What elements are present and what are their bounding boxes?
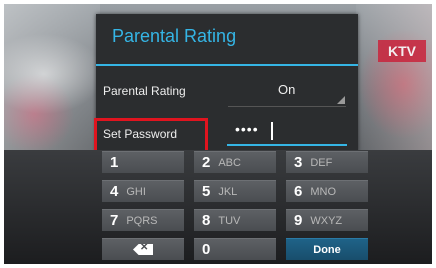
key-6[interactable]: 6 MNO: [286, 180, 368, 202]
key-9[interactable]: 9 WXYZ: [286, 209, 368, 231]
background-right-wall: [356, 4, 432, 154]
select-underline: [228, 106, 346, 107]
backspace-key[interactable]: [102, 238, 184, 260]
background-left-wall: [4, 4, 100, 154]
key-number: 1: [110, 154, 119, 171]
password-masked-value: ••••: [235, 121, 259, 137]
key-number: 5: [202, 183, 211, 200]
background-sign: KTV: [378, 40, 426, 62]
done-button[interactable]: Done: [286, 238, 368, 260]
parental-rating-label: Parental Rating: [103, 84, 186, 98]
key-letters: GHI: [126, 185, 146, 198]
key-letters: MNO: [310, 185, 337, 198]
key-number: 9: [294, 212, 303, 229]
key-2[interactable]: 2 ABC: [194, 151, 276, 173]
key-letters: JKL: [218, 185, 238, 198]
dropdown-corner-icon: [337, 96, 345, 104]
key-number: 2: [202, 154, 211, 171]
numeric-keypad: 1 2 ABC 3 DEF 4 GHI 5 JKL 6 MNO 7 PQRS 8…: [4, 150, 432, 264]
parental-rating-select[interactable]: On: [278, 82, 295, 97]
key-1[interactable]: 1: [102, 151, 184, 173]
key-letters: PQRS: [126, 214, 158, 227]
key-letters: WXYZ: [310, 214, 343, 227]
key-number: 8: [202, 212, 211, 229]
done-label: Done: [313, 243, 341, 256]
key-0[interactable]: 0: [194, 238, 276, 260]
text-cursor: [271, 122, 273, 140]
key-8[interactable]: 8 TUV: [194, 209, 276, 231]
key-5[interactable]: 5 JKL: [194, 180, 276, 202]
dialog-title: Parental Rating: [112, 26, 237, 46]
title-divider: [96, 64, 358, 66]
key-number: 3: [294, 154, 303, 171]
set-password-highlight-box: [94, 118, 208, 154]
key-number: 4: [110, 183, 119, 200]
key-3[interactable]: 3 DEF: [286, 151, 368, 173]
backspace-icon: [133, 244, 153, 255]
key-letters: ABC: [218, 156, 241, 169]
key-4[interactable]: 4 GHI: [102, 180, 184, 202]
key-number: 6: [294, 183, 303, 200]
key-number: 7: [110, 212, 119, 229]
password-input[interactable]: ••••: [227, 119, 347, 146]
key-letters: DEF: [310, 156, 333, 169]
key-letters: TUV: [218, 214, 241, 227]
key-number: 0: [202, 241, 211, 258]
password-underline: [227, 144, 347, 146]
key-7[interactable]: 7 PQRS: [102, 209, 184, 231]
